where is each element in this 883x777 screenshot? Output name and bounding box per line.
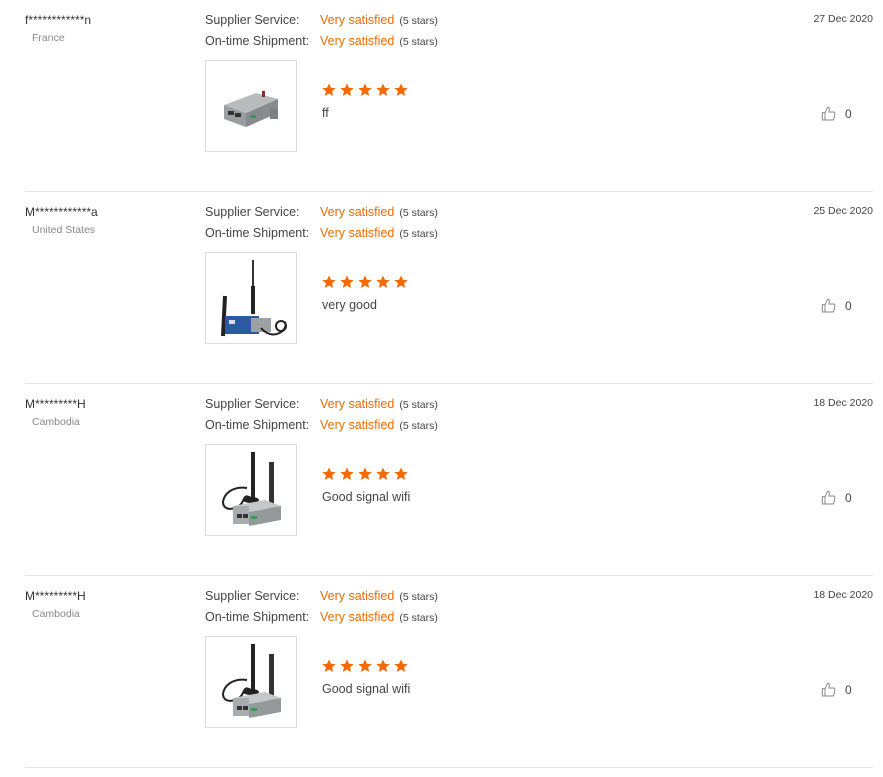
supplier-service-label: Supplier Service: — [205, 13, 300, 27]
star-icon — [394, 83, 408, 96]
router-box-icon — [224, 91, 278, 127]
supplier-service-value: Very satisfied — [320, 397, 395, 411]
supplier-service-label: Supplier Service: — [205, 589, 300, 603]
reviewer-name: M*********H — [25, 589, 86, 603]
thumbs-up-icon — [821, 298, 836, 313]
review-comment: ff — [322, 106, 329, 120]
on-time-shipment-value: Very satisfied — [320, 610, 395, 624]
reviewer-country: France — [32, 32, 65, 44]
on-time-shipment-rating: On-time Shipment: Very satisfied (5 stars) — [205, 34, 438, 48]
supplier-service-value: Very satisfied — [320, 589, 395, 603]
star-icon — [376, 275, 390, 288]
star-icon — [358, 275, 372, 288]
star-icon — [340, 467, 354, 480]
review-comment: Good signal wifi — [322, 682, 411, 696]
on-time-shipment-stars: (5 stars) — [399, 228, 438, 240]
like-count: 0 — [845, 299, 852, 313]
star-icon — [322, 467, 336, 480]
rating-stars — [321, 274, 409, 290]
on-time-shipment-label: On-time Shipment: — [205, 610, 310, 624]
review-comment: very good — [322, 298, 377, 312]
thumbs-up-icon — [821, 106, 836, 121]
router-antenna-icon — [221, 260, 287, 337]
supplier-service-label: Supplier Service: — [205, 205, 300, 219]
star-icon — [340, 83, 354, 96]
star-icon — [394, 275, 408, 288]
star-icon — [376, 83, 390, 96]
on-time-shipment-value: Very satisfied — [320, 34, 395, 48]
supplier-service-stars: (5 stars) — [399, 591, 438, 603]
reviewer-name: M************a — [25, 205, 98, 219]
star-icon — [340, 659, 354, 672]
reviewer-name: f************n — [25, 13, 92, 27]
thumbs-up-icon — [821, 682, 836, 697]
on-time-shipment-rating: On-time Shipment: Very satisfied (5 stars) — [205, 226, 438, 240]
supplier-service-rating: Supplier Service: Very satisfied (5 stars) — [205, 13, 438, 27]
star-icon — [376, 659, 390, 672]
like-count: 0 — [845, 683, 852, 697]
reviewer-name: M*********H — [25, 397, 86, 411]
supplier-service-label: Supplier Service: — [205, 397, 300, 411]
supplier-service-value: Very satisfied — [320, 13, 395, 27]
review-item: f************n France Supplier Service: V… — [25, 0, 873, 192]
on-time-shipment-label: On-time Shipment: — [205, 226, 310, 240]
review-item: M*********H Cambodia Supplier Service: Ve… — [25, 576, 873, 768]
review-date: 25 Dec 2020 — [813, 205, 873, 217]
supplier-service-value: Very satisfied — [320, 205, 395, 219]
product-thumbnail[interactable] — [205, 444, 297, 536]
review-comment: Good signal wifi — [322, 490, 411, 504]
on-time-shipment-stars: (5 stars) — [399, 36, 438, 48]
rating-stars — [321, 466, 409, 482]
supplier-service-rating: Supplier Service: Very satisfied (5 stars) — [205, 205, 438, 219]
review-item: M************a United States Supplier Se… — [25, 192, 873, 384]
product-thumbnail[interactable] — [205, 636, 297, 728]
review-date: 18 Dec 2020 — [813, 589, 873, 601]
supplier-service-rating: Supplier Service: Very satisfied (5 stars) — [205, 589, 438, 603]
on-time-shipment-stars: (5 stars) — [399, 612, 438, 624]
like-button[interactable]: 0 — [821, 490, 852, 506]
reviewer-country: Cambodia — [32, 608, 80, 620]
like-button[interactable]: 0 — [821, 298, 852, 314]
review-item: M*********H Cambodia Supplier Service: Ve… — [25, 384, 873, 576]
star-icon — [358, 659, 372, 672]
star-icon — [322, 275, 336, 288]
like-button[interactable]: 0 — [821, 682, 852, 698]
supplier-service-rating: Supplier Service: Very satisfied (5 stars) — [205, 397, 438, 411]
star-icon — [322, 659, 336, 672]
reviews-page: f************n France Supplier Service: V… — [0, 0, 883, 777]
supplier-service-stars: (5 stars) — [399, 207, 438, 219]
star-icon — [358, 467, 372, 480]
star-icon — [394, 659, 408, 672]
star-icon — [322, 83, 336, 96]
product-thumbnail[interactable] — [205, 60, 297, 152]
star-icon — [394, 467, 408, 480]
star-icon — [358, 83, 372, 96]
product-thumbnail[interactable] — [205, 252, 297, 344]
on-time-shipment-stars: (5 stars) — [399, 420, 438, 432]
reviewer-country: United States — [32, 224, 96, 236]
on-time-shipment-label: On-time Shipment: — [205, 34, 310, 48]
star-icon — [376, 467, 390, 480]
star-icon — [340, 275, 354, 288]
like-count: 0 — [845, 491, 852, 505]
reviewer-country: Cambodia — [32, 416, 80, 428]
review-date: 18 Dec 2020 — [813, 397, 873, 409]
thumbs-up-icon — [821, 490, 836, 505]
on-time-shipment-value: Very satisfied — [320, 226, 395, 240]
on-time-shipment-rating: On-time Shipment: Very satisfied (5 stars) — [205, 418, 438, 432]
like-count: 0 — [845, 107, 852, 121]
review-date: 27 Dec 2020 — [813, 13, 873, 25]
router-dual-antenna-icon — [222, 452, 281, 526]
supplier-service-stars: (5 stars) — [399, 15, 438, 27]
on-time-shipment-label: On-time Shipment: — [205, 418, 310, 432]
supplier-service-stars: (5 stars) — [399, 399, 438, 411]
on-time-shipment-value: Very satisfied — [320, 418, 395, 432]
like-button[interactable]: 0 — [821, 106, 852, 122]
rating-stars — [321, 82, 409, 98]
on-time-shipment-rating: On-time Shipment: Very satisfied (5 stars) — [205, 610, 438, 624]
rating-stars — [321, 658, 409, 674]
router-dual-antenna-icon — [222, 644, 281, 718]
